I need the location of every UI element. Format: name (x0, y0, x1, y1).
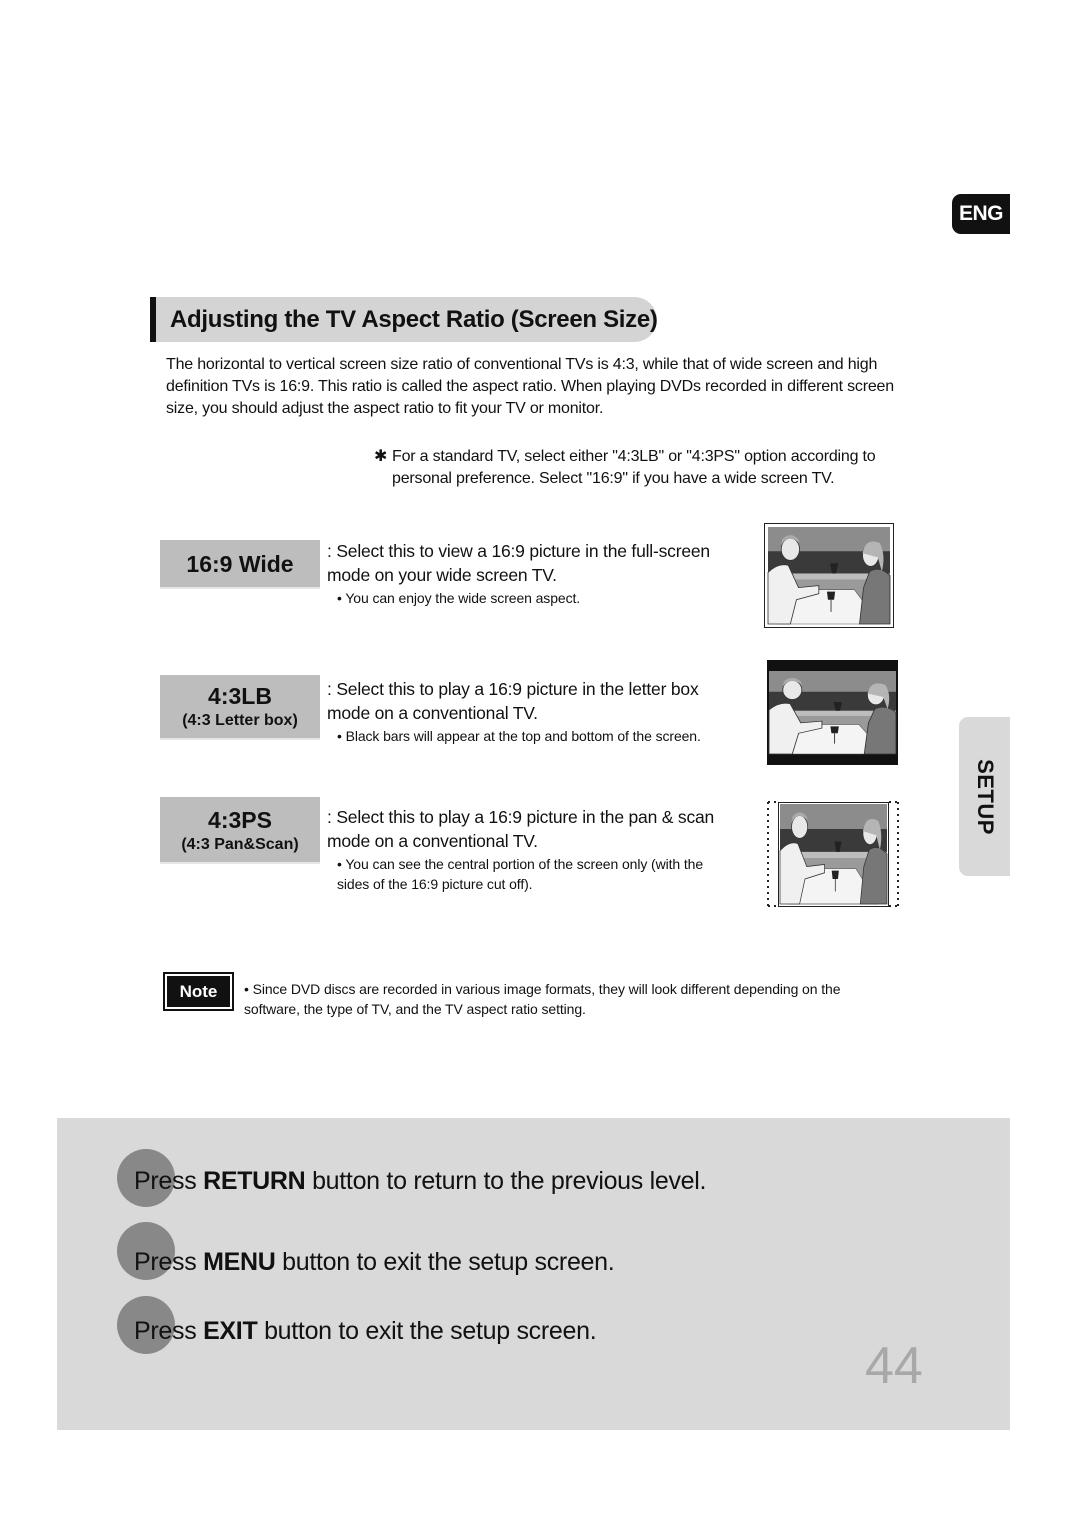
option-description-16-9-wide: : Select this to view a 16:9 picture in … (327, 539, 747, 608)
option-label-16-9-wide: 16:9 Wide (160, 540, 320, 589)
note-label-text: Note (179, 981, 218, 1001)
option-bullet: • Black bars will appear at the top and … (337, 728, 701, 744)
section-title-bar: Adjusting the TV Aspect Ratio (Screen Si… (150, 297, 658, 342)
dinner-scene (768, 671, 897, 755)
intro-paragraph: The horizontal to vertical screen size r… (166, 356, 894, 417)
language-badge: ENG (952, 194, 1010, 234)
key-name: MENU (203, 1248, 276, 1276)
section-tab-setup: SETUP (959, 717, 1010, 876)
option-sublabel-text: (4:3 Pan&Scan) (181, 836, 299, 853)
option-label-text: 4:3LB (208, 683, 272, 709)
wine-glass-table (830, 726, 839, 734)
page-title: Adjusting the TV Aspect Ratio (Screen Si… (170, 306, 658, 333)
option-description-text: : Select this to play a 16:9 picture in … (327, 679, 699, 723)
option-label-4-3-ps: 4:3PS (4:3 Pan&Scan) (160, 797, 320, 864)
note-text: • Since DVD discs are recorded in variou… (244, 981, 841, 1017)
option-description-text: : Select this to view a 16:9 picture in … (327, 541, 710, 585)
option-label-4-3-lb: 4:3LB (4:3 Letter box) (160, 675, 320, 740)
option-label-text: 16:9 Wide (186, 551, 294, 577)
option-description-4-3-lb: : Select this to play a 16:9 picture in … (327, 677, 747, 746)
key-name: EXIT (203, 1317, 258, 1345)
option-sublabel-text: (4:3 Letter box) (182, 712, 298, 729)
wide-screen-picture (764, 523, 894, 628)
section-tab-label: SETUP (972, 758, 998, 835)
letterbox-bar-top (767, 660, 898, 670)
option-description-text: : Select this to play a 16:9 picture in … (327, 807, 715, 851)
pan-scan-picture (766, 800, 901, 908)
page-number: 44 (865, 1337, 923, 1395)
instruction-text: Press MENU button to exit the setup scre… (134, 1248, 615, 1276)
option-bullet: • You can enjoy the wide screen aspect. (337, 590, 581, 606)
dinner-scene (779, 804, 888, 905)
option-bullet: • You can see the central portion of the… (337, 856, 704, 892)
wine-glass-table (831, 870, 839, 879)
asterisk-icon: ✱ (374, 448, 388, 465)
letterbox-bar-bottom (767, 755, 898, 765)
language-badge-text: ENG (958, 202, 1004, 225)
tip-text: For a standard TV, select either "4:3LB"… (392, 448, 876, 487)
letterbox-picture (767, 660, 898, 765)
key-name: RETURN (203, 1167, 306, 1195)
wine-glass-table (826, 591, 836, 600)
instruction-text: Press RETURN button to return to the pre… (134, 1167, 707, 1195)
instruction-text: Press EXIT button to exit the setup scre… (134, 1317, 597, 1345)
option-description-4-3-ps: : Select this to play a 16:9 picture in … (327, 805, 737, 894)
option-label-text: 4:3PS (208, 807, 272, 833)
note-label: Note (163, 972, 234, 1011)
dinner-scene (767, 527, 891, 625)
